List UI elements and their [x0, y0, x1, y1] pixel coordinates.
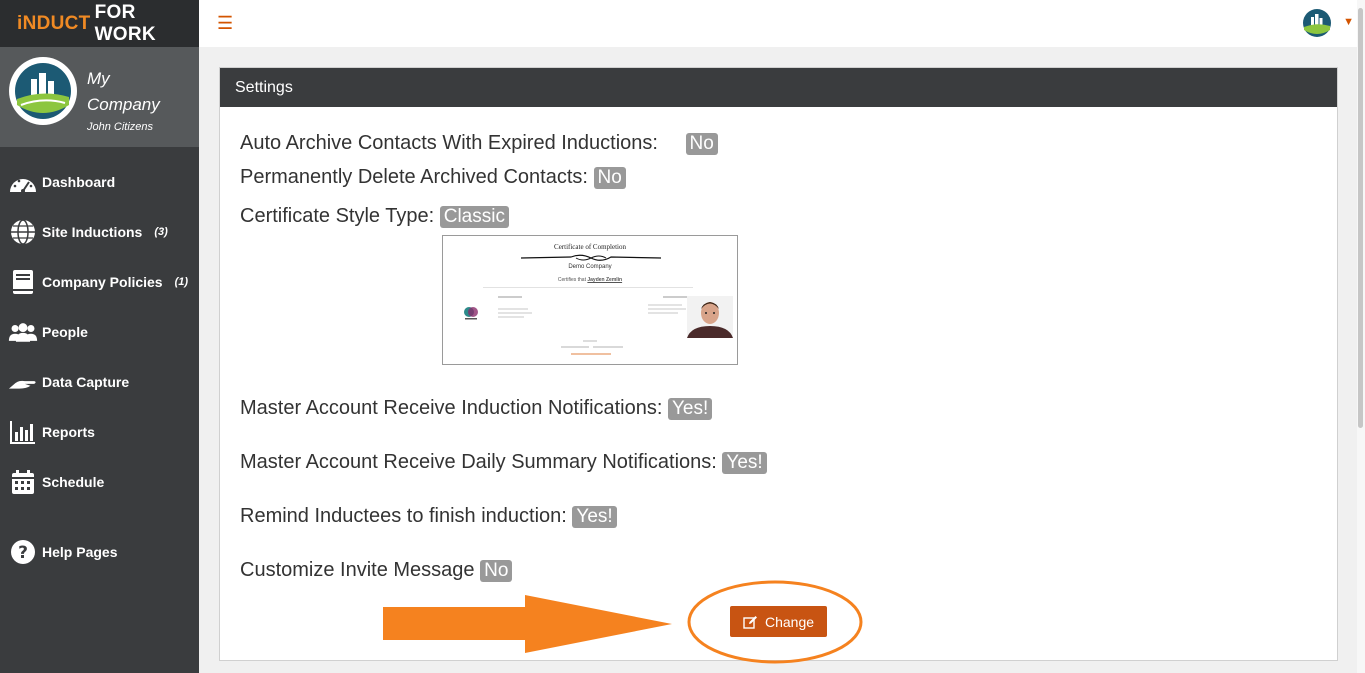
certificate-company: Demo Company [568, 264, 612, 270]
setting-permanent-delete: Permanently Delete Archived Contacts: No [240, 166, 626, 189]
certificate-portrait [687, 296, 733, 338]
setting-auto-archive: Auto Archive Contacts With Expired Induc… [240, 132, 718, 155]
change-button-label: Change [764, 613, 815, 630]
book-icon [8, 268, 38, 296]
chevron-down-icon[interactable]: ▼ [1343, 16, 1354, 28]
city-logo-icon [15, 63, 71, 119]
change-button[interactable]: Change [730, 606, 827, 637]
edit-icon [743, 615, 757, 629]
certificate-certifies-line: Certifies that Jayden Zemlin [557, 277, 623, 283]
sidebar-item-label: Reports [42, 424, 95, 440]
menu-toggle-icon[interactable]: ☰ [217, 13, 233, 34]
status-badge: No [593, 167, 626, 189]
status-badge: No [685, 133, 718, 155]
setting-induction-notifications: Master Account Receive Induction Notific… [240, 397, 713, 420]
sidebar-item-label: Schedule [42, 474, 105, 490]
certificate-heading: Certificate of Completion [554, 243, 626, 251]
profile-card: My Company John Citizens [0, 47, 199, 147]
globe-icon [8, 218, 38, 246]
sidebar-item-label: Site Inductions [42, 224, 143, 240]
setting-certificate-style: Certificate Style Type: Classic [240, 205, 509, 228]
hand-icon [8, 368, 38, 396]
sidebar-item-label: People [42, 324, 88, 340]
setting-label: Master Account Receive Induction Notific… [240, 397, 663, 419]
sidebar-item-site-inductions[interactable]: Site Inductions (3) [0, 207, 199, 257]
scrollbar[interactable] [1357, 0, 1365, 673]
setting-label: Auto Archive Contacts With Expired Induc… [240, 132, 658, 154]
brand-logo[interactable]: iNDUCT FOR WORK [0, 0, 199, 47]
sidebar-item-label: Company Policies [42, 274, 163, 290]
status-badge: Yes! [722, 452, 767, 474]
status-badge: Classic [439, 206, 509, 228]
bar-chart-icon [8, 418, 38, 446]
status-badge: No [480, 560, 513, 582]
sidebar-item-count: (1) [174, 276, 189, 288]
scrollbar-thumb[interactable] [1358, 8, 1363, 428]
setting-daily-summary: Master Account Receive Daily Summary Not… [240, 451, 767, 474]
city-logo-icon [1303, 9, 1331, 37]
status-badge: Yes! [572, 506, 617, 528]
setting-label: Customize Invite Message [240, 559, 475, 581]
sidebar-item-data-capture[interactable]: Data Capture [0, 357, 199, 407]
user-name: John Citizens [87, 121, 154, 133]
sidebar-item-schedule[interactable]: Schedule [0, 457, 199, 507]
company-avatar[interactable] [9, 57, 77, 125]
sidebar-item-people[interactable]: People [0, 307, 199, 357]
sidebar-item-company-policies[interactable]: Company Policies (1) [0, 257, 199, 307]
setting-remind-inductees: Remind Inductees to finish induction: Ye… [240, 505, 617, 528]
setting-label: Permanently Delete Archived Contacts: [240, 166, 588, 188]
people-icon [8, 318, 38, 346]
setting-label: Certificate Style Type: [240, 205, 435, 227]
status-badge: Yes! [668, 398, 713, 420]
certificate-preview: Certificate of Completion Demo Company C… [442, 235, 738, 365]
sidebar-item-label: Data Capture [42, 374, 130, 390]
sidebar-item-count: (3) [154, 226, 168, 238]
settings-panel: Settings Auto Archive Contacts With Expi… [219, 67, 1338, 661]
panel-title: Settings [220, 68, 1337, 107]
company-name: My Company [87, 69, 160, 114]
question-circle-icon: ? [8, 538, 38, 566]
setting-label: Remind Inductees to finish induction: [240, 505, 567, 527]
sidebar-item-dashboard[interactable]: Dashboard [0, 157, 199, 207]
svg-text:?: ? [18, 543, 28, 563]
sidebar-nav: Dashboard Site Inductions (3) Company Po… [0, 147, 199, 577]
dashboard-gauge-icon [8, 168, 38, 196]
user-avatar[interactable] [1302, 8, 1332, 38]
certificate-logo-icon [464, 307, 478, 320]
calendar-icon [8, 468, 38, 496]
setting-customize-invite: Customize Invite Message No [240, 559, 513, 582]
setting-label: Master Account Receive Daily Summary Not… [240, 451, 717, 473]
sidebar: iNDUCT FOR WORK My Company John Citizens … [0, 0, 199, 673]
certificate-flourish [521, 254, 661, 261]
sidebar-item-label: Help Pages [42, 544, 118, 560]
top-bar: ☰ ▼ [199, 0, 1365, 47]
brand-part1: iNDUCT [17, 12, 91, 34]
sidebar-item-help-pages[interactable]: ? Help Pages [0, 527, 199, 577]
sidebar-item-reports[interactable]: Reports [0, 407, 199, 457]
brand-part2: FOR WORK [94, 1, 156, 45]
sidebar-item-label: Dashboard [42, 174, 116, 190]
